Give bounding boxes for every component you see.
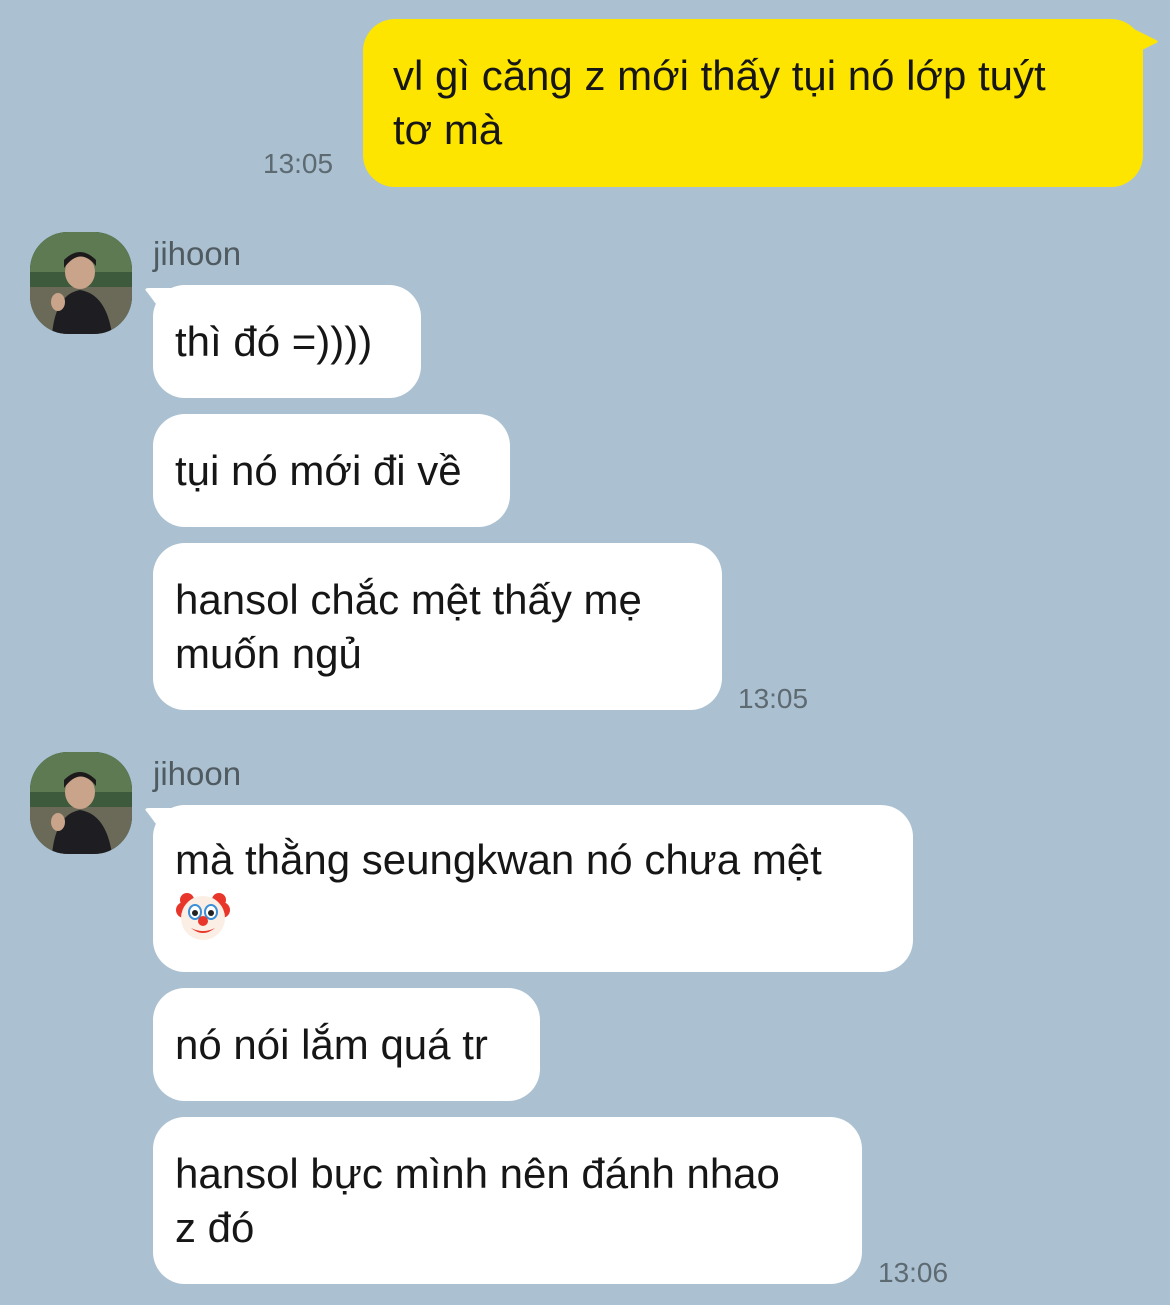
sender-name: jihoon [153, 755, 242, 792]
incoming-message-bubble[interactable]: thì đó =)))) [153, 285, 421, 398]
message-text: nó nói lắm quá tr [175, 1020, 488, 1068]
incoming-message-bubble[interactable]: hansol bực mình nên đánh nhao z đó [153, 1117, 862, 1284]
outgoing-bubble-tail [1120, 22, 1158, 56]
message-timestamp: 13:05 [738, 683, 809, 714]
incoming-message-bubble[interactable]: tụi nó mới đi về [153, 414, 510, 527]
outgoing-message-bubble[interactable]: vl gì căng z mới thấy tụi nó lớp tuýt tơ… [363, 19, 1143, 187]
profile-photo-icon [30, 232, 132, 334]
message-text-line: tơ mà [393, 106, 503, 153]
sender-name: jihoon [153, 235, 242, 272]
clown-face-icon [176, 893, 230, 941]
profile-photo-icon [30, 752, 132, 854]
message-text-line: hansol bực mình nên đánh nhao [175, 1149, 780, 1197]
message-text: tụi nó mới đi về [175, 446, 462, 494]
message-text-line: hansol chắc mệt thấy mẹ [175, 575, 642, 623]
incoming-message-bubble[interactable]: hansol chắc mệt thấy mẹ muốn ngủ [153, 543, 722, 710]
message-text-line: muốn ngủ [175, 629, 362, 677]
avatar[interactable] [30, 752, 132, 854]
incoming-message-bubble[interactable]: nó nói lắm quá tr [153, 988, 540, 1101]
message-text-line: mà thằng seungkwan nó chưa mệt [175, 835, 822, 883]
message-timestamp: 13:06 [878, 1257, 949, 1288]
message-text: thì đó =)))) [175, 317, 373, 365]
message-text-line: z đó [175, 1203, 255, 1251]
incoming-message-bubble[interactable]: mà thằng seungkwan nó chưa mệt [153, 805, 913, 972]
message-timestamp: 13:05 [263, 148, 334, 179]
avatar[interactable] [30, 232, 132, 334]
message-emoji-line [175, 887, 891, 945]
message-text-line: vl gì căng z mới thấy tụi nó lớp tuýt [393, 52, 1046, 99]
